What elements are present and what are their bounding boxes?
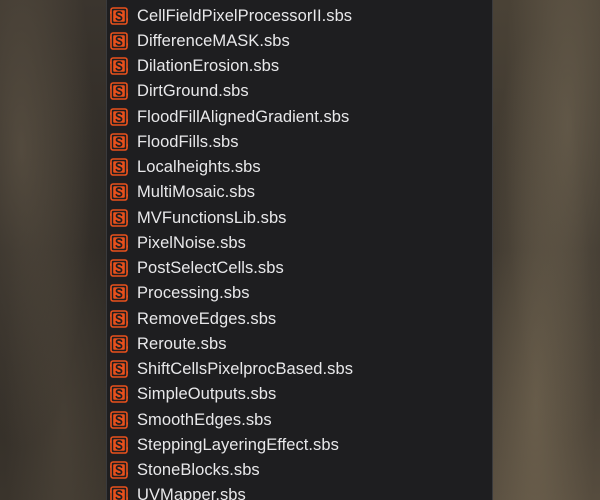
file-name: DifferenceMASK.sbs bbox=[137, 31, 290, 50]
file-name: SteppingLayeringEffect.sbs bbox=[137, 435, 339, 454]
list-item[interactable]: SmoothEdges.sbs bbox=[107, 407, 492, 432]
desktop-background-right bbox=[493, 0, 600, 500]
list-item[interactable]: UVMapper.sbs bbox=[107, 483, 492, 500]
file-name: Reroute.sbs bbox=[137, 334, 227, 353]
substance-designer-file-icon bbox=[110, 57, 128, 75]
substance-designer-file-icon bbox=[110, 335, 128, 353]
file-name: MultiMosaic.sbs bbox=[137, 183, 256, 202]
substance-designer-file-icon bbox=[110, 208, 128, 227]
list-item[interactable]: Processing.sbs bbox=[107, 281, 492, 306]
list-item[interactable]: Reroute.sbs bbox=[107, 331, 492, 356]
list-item[interactable]: MVFunctionsLib.sbs bbox=[107, 205, 492, 230]
list-item[interactable]: ShiftCellsPixelprocBased.sbs bbox=[107, 357, 492, 382]
file-name: RemoveEdges.sbs bbox=[137, 309, 277, 328]
substance-designer-file-icon bbox=[110, 461, 128, 479]
list-item[interactable]: DilationErosion.sbs bbox=[107, 54, 492, 79]
substance-designer-file-icon bbox=[110, 486, 128, 500]
substance-designer-file-icon bbox=[110, 107, 128, 126]
file-name: DirtGround.sbs bbox=[137, 82, 249, 101]
substance-designer-file-icon bbox=[110, 309, 128, 328]
file-name: MVFunctionsLib.sbs bbox=[137, 208, 287, 227]
list-item[interactable]: SteppingLayeringEffect.sbs bbox=[107, 432, 492, 457]
list-item[interactable]: PixelNoise.sbs bbox=[107, 230, 492, 255]
substance-designer-file-icon bbox=[110, 234, 128, 252]
list-item[interactable]: FloodFills.sbs bbox=[107, 129, 492, 154]
list-item[interactable]: CellFieldPixelProcessorII.sbs bbox=[107, 3, 492, 28]
substance-designer-file-icon bbox=[110, 6, 128, 25]
file-list-panel: CellFieldPixelProcessorII.sbs Difference… bbox=[106, 0, 493, 500]
substance-designer-file-icon bbox=[110, 360, 128, 378]
substance-designer-file-icon bbox=[110, 436, 128, 454]
file-name: PostSelectCells.sbs bbox=[137, 259, 284, 278]
file-name: DilationErosion.sbs bbox=[137, 57, 280, 76]
desktop-background-left bbox=[0, 0, 106, 500]
list-item[interactable]: PostSelectCells.sbs bbox=[107, 256, 492, 281]
file-name: UVMapper.sbs bbox=[137, 486, 246, 500]
substance-designer-file-icon bbox=[110, 284, 128, 303]
substance-designer-file-icon bbox=[110, 385, 128, 404]
substance-designer-file-icon bbox=[110, 82, 128, 101]
substance-designer-file-icon bbox=[110, 183, 128, 202]
file-list: CellFieldPixelProcessorII.sbs Difference… bbox=[107, 3, 492, 500]
file-name: PixelNoise.sbs bbox=[137, 233, 246, 252]
list-item[interactable]: StoneBlocks.sbs bbox=[107, 458, 492, 483]
list-item[interactable]: SimpleOutputs.sbs bbox=[107, 382, 492, 407]
substance-designer-file-icon bbox=[110, 158, 128, 176]
file-name: FloodFillAlignedGradient.sbs bbox=[137, 107, 350, 126]
list-item[interactable]: FloodFillAlignedGradient.sbs bbox=[107, 104, 492, 129]
file-name: SimpleOutputs.sbs bbox=[137, 385, 277, 404]
substance-designer-file-icon bbox=[110, 32, 128, 50]
list-item[interactable]: MultiMosaic.sbs bbox=[107, 180, 492, 205]
list-item[interactable]: DifferenceMASK.sbs bbox=[107, 28, 492, 53]
list-item[interactable]: Localheights.sbs bbox=[107, 155, 492, 180]
list-item[interactable]: RemoveEdges.sbs bbox=[107, 306, 492, 331]
list-item[interactable]: DirtGround.sbs bbox=[107, 79, 492, 104]
file-name: Processing.sbs bbox=[137, 284, 250, 303]
file-name: Localheights.sbs bbox=[137, 158, 261, 177]
substance-designer-file-icon bbox=[110, 410, 128, 429]
file-name: SmoothEdges.sbs bbox=[137, 410, 272, 429]
substance-designer-file-icon bbox=[110, 259, 128, 277]
file-name: StoneBlocks.sbs bbox=[137, 461, 260, 480]
file-name: CellFieldPixelProcessorII.sbs bbox=[137, 6, 353, 25]
substance-designer-file-icon bbox=[110, 133, 128, 151]
file-name: ShiftCellsPixelprocBased.sbs bbox=[137, 360, 353, 379]
file-name: FloodFills.sbs bbox=[137, 132, 239, 151]
